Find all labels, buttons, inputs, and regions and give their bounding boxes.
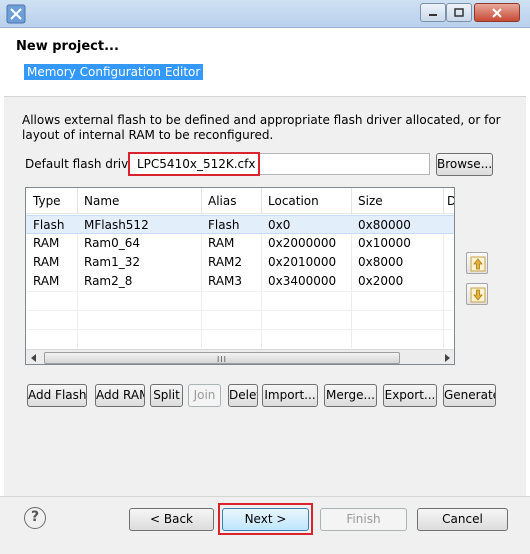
column-header-d[interactable]: D xyxy=(447,194,454,208)
join-button[interactable]: Join xyxy=(188,384,221,407)
scroll-thumb[interactable]: III xyxy=(44,352,400,364)
wizard-banner: New project... Memory Configuration Edit… xyxy=(4,28,526,94)
description-text: Allows external flash to be defined and … xyxy=(22,113,501,142)
horizontal-scrollbar[interactable]: III xyxy=(26,349,454,364)
maximize-button[interactable] xyxy=(446,3,472,22)
back-button[interactable]: < Back xyxy=(129,508,214,531)
close-button[interactable] xyxy=(474,3,520,22)
minimize-icon xyxy=(429,13,437,16)
cell-location: 0x0 xyxy=(268,218,291,232)
merge-button[interactable]: Merge... xyxy=(324,384,377,407)
column-header-type[interactable]: Type xyxy=(33,194,61,208)
column-header-alias[interactable]: Alias xyxy=(208,194,236,208)
wizard-subtitle: Memory Configuration Editor xyxy=(24,64,204,80)
cell-type: RAM xyxy=(33,255,60,269)
cell-location: 0x2000000 xyxy=(268,236,337,250)
cell-alias: RAM xyxy=(208,236,235,250)
cell-type: RAM xyxy=(33,236,60,250)
split-button[interactable]: Split xyxy=(150,384,183,407)
cell-location: 0x3400000 xyxy=(268,274,337,288)
wizard-title: New project... xyxy=(16,39,119,54)
delete-button[interactable]: Delete xyxy=(228,384,258,407)
import-button[interactable]: Import... xyxy=(262,384,318,407)
cell-name: MFlash512 xyxy=(84,218,149,232)
export-button[interactable]: Export... xyxy=(383,384,437,407)
next-highlight xyxy=(218,503,313,535)
cell-type: Flash xyxy=(33,218,65,232)
column-header-location[interactable]: Location xyxy=(268,194,319,208)
add-ram-button[interactable]: Add RAM xyxy=(95,384,145,407)
app-icon xyxy=(6,4,26,24)
cancel-button[interactable]: Cancel xyxy=(417,508,508,531)
cell-alias: RAM3 xyxy=(208,274,243,288)
title-bar xyxy=(0,0,530,28)
scroll-right-icon[interactable] xyxy=(445,354,451,362)
column-header-size[interactable]: Size xyxy=(358,194,383,208)
flash-driver-highlight xyxy=(128,152,260,176)
move-up-button[interactable] xyxy=(466,252,488,274)
maximize-icon xyxy=(454,7,464,17)
cell-alias: Flash xyxy=(208,218,240,232)
move-down-icon xyxy=(470,287,486,303)
cell-name: Ram0_64 xyxy=(84,236,141,250)
cell-alias: RAM2 xyxy=(208,255,243,269)
add-flash-button[interactable]: Add Flash xyxy=(27,384,87,407)
table-row[interactable]: RAM Ram0_64 RAM 0x2000000 0x10000 xyxy=(26,234,454,253)
cell-size: 0x2000 xyxy=(358,274,404,288)
flash-driver-label: Default flash driver xyxy=(25,157,141,171)
minimize-button[interactable] xyxy=(420,3,446,22)
move-up-icon xyxy=(470,256,486,272)
cell-size: 0x8000 xyxy=(358,255,404,269)
scroll-grip: III xyxy=(216,355,228,364)
table-row[interactable]: RAM Ram1_32 RAM2 0x2010000 0x8000 xyxy=(26,253,454,272)
column-header-name[interactable]: Name xyxy=(84,194,119,208)
cell-name: Ram2_8 xyxy=(84,274,133,288)
cell-location: 0x2010000 xyxy=(268,255,337,269)
table-row[interactable]: RAM Ram2_8 RAM3 0x3400000 0x2000 xyxy=(26,272,454,291)
cell-size: 0x80000 xyxy=(358,218,411,232)
browse-button[interactable]: Browse... xyxy=(436,153,493,176)
move-down-button[interactable] xyxy=(466,283,488,305)
finish-button[interactable]: Finish xyxy=(320,508,407,531)
table-row[interactable]: Flash MFlash512 Flash 0x0 0x80000 xyxy=(26,215,454,234)
memory-table[interactable]: Type Name Alias Location Size D Flash MF… xyxy=(25,187,455,365)
scroll-left-icon[interactable] xyxy=(31,354,37,362)
table-header: Type Name Alias Location Size D xyxy=(26,188,454,214)
cell-name: Ram1_32 xyxy=(84,255,141,269)
close-icon xyxy=(492,7,502,18)
generate-button[interactable]: Generate xyxy=(443,384,496,407)
cell-size: 0x10000 xyxy=(358,236,411,250)
cell-type: RAM xyxy=(33,274,60,288)
help-icon[interactable]: ? xyxy=(24,507,46,529)
